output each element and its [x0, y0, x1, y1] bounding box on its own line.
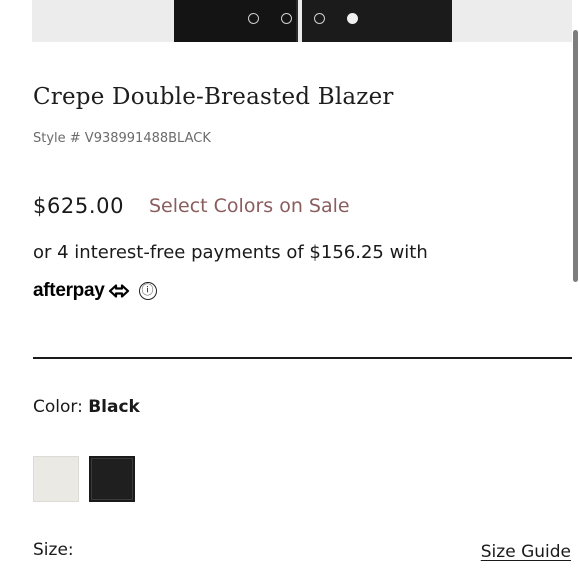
carousel-dot-3[interactable]: [314, 13, 325, 24]
color-swatch-black-selected[interactable]: [89, 456, 135, 502]
product-image-gallery[interactable]: [32, 0, 572, 42]
carousel-dot-4-active[interactable]: [347, 13, 358, 24]
installment-text: or 4 interest-free payments of $156.25 w…: [33, 242, 428, 263]
product-price: $625.00: [33, 194, 125, 218]
select-colors-on-sale-link[interactable]: Select Colors on Sale: [149, 195, 350, 217]
color-label: Color: Black: [33, 397, 140, 417]
size-label: Size:: [33, 540, 74, 560]
afterpay-row: afterpay ⓘ: [33, 280, 157, 302]
selected-color-name: Black: [88, 397, 140, 417]
style-number: Style # V938991488BLACK: [33, 131, 211, 146]
carousel-dot-1[interactable]: [248, 13, 259, 24]
carousel-indicators: [248, 13, 358, 24]
section-divider: [33, 357, 572, 359]
afterpay-arrows-icon: [108, 284, 129, 298]
carousel-dot-2[interactable]: [281, 13, 292, 24]
afterpay-logo[interactable]: afterpay: [33, 280, 131, 302]
color-swatch-ivory[interactable]: [33, 456, 79, 502]
scrollbar[interactable]: [573, 30, 578, 282]
product-title: Crepe Double-Breasted Blazer: [33, 84, 394, 110]
size-guide-link[interactable]: Size Guide: [481, 542, 571, 562]
color-label-text: Color:: [33, 397, 89, 417]
info-icon[interactable]: ⓘ: [138, 282, 157, 300]
afterpay-wordmark: afterpay: [33, 280, 105, 301]
